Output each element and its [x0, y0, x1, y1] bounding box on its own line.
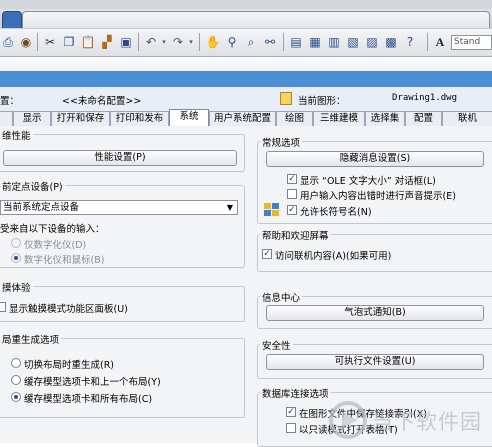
profile-row: 置： <<未命名配置>> 当前图形： Drawing1.dwg: [0, 87, 492, 111]
touch-ribbon-label: 显示触摸模式功能区面板(U): [9, 304, 128, 315]
system-tab-panel: 维性能 性能设置(P) 前定点设备(P) 当前系统定点设备 ▼ 受来自以下设备的…: [0, 126, 492, 447]
executable-file-settings-button[interactable]: 可执行文件设置(U): [266, 354, 484, 370]
menu-bar: [0, 0, 492, 9]
design-center-icon[interactable]: ▦: [307, 34, 323, 50]
saved-profile-value: <<未命名配置>>: [62, 96, 142, 107]
dialog-top-strip: [0, 57, 492, 71]
toolbar-separator: [427, 33, 428, 51]
tool-palettes-icon[interactable]: ▥: [326, 34, 342, 50]
pan-icon[interactable]: ✋: [205, 34, 221, 50]
plot-preview-icon[interactable]: ◉: [18, 34, 34, 50]
group-title-info-center: 信息中心: [260, 290, 303, 304]
drawing-file-icon: [280, 92, 292, 105]
undo-dropdown-icon[interactable]: ▾: [160, 34, 168, 50]
tab-system[interactable]: 系统: [169, 109, 209, 127]
zoom-previous-icon[interactable]: ⚯: [262, 34, 278, 50]
redo-dropdown-icon[interactable]: ▾: [187, 34, 195, 50]
cut-icon[interactable]: ✂: [42, 34, 58, 50]
long-symbol-names-checkbox[interactable]: ✓: [287, 205, 297, 215]
online-content-label: 访问联机内容(A)(如果可用): [275, 251, 392, 262]
group-title-db-connectivity: 数据库连接选项: [260, 386, 331, 400]
group-title-3d-performance: 维性能: [0, 128, 33, 142]
undo-icon[interactable]: ↶: [143, 34, 159, 50]
toolbar-separator: [37, 33, 38, 51]
saved-profile-label: 置：: [0, 96, 20, 107]
cache-model-all-layouts-label: 缓存模型选项卡和所有布局(C): [24, 394, 153, 405]
tab-profiles[interactable]: 配置: [405, 111, 442, 126]
current-drawing-label: 当前图形：: [298, 96, 346, 107]
toolbar-separator: [283, 33, 284, 51]
digitizer-only-radio[interactable]: [11, 238, 21, 248]
group-title-pointing-device: 前定点设备(P): [0, 179, 65, 193]
properties-icon[interactable]: ▤: [288, 34, 304, 50]
watermark-logo: 当下软件园: [328, 400, 488, 440]
store-link-index-checkbox[interactable]: ✓: [286, 407, 296, 417]
cache-model-last-layout-label: 缓存模型选项卡和上一个布局(Y): [24, 377, 161, 388]
tab-open-save[interactable]: 打开和保存: [51, 111, 110, 126]
group-title-general-options: 常规选项: [260, 135, 303, 149]
sheet-set-icon[interactable]: ▧: [345, 34, 361, 50]
group-title-touch-experience: 摸体验: [0, 280, 33, 294]
tab-3d-modeling[interactable]: 三维建模: [313, 111, 365, 126]
tab-selection[interactable]: 选择集: [365, 111, 405, 126]
quickcalc-icon[interactable]: ▩: [383, 34, 399, 50]
help-icon[interactable]: ?: [402, 34, 418, 50]
redo-icon[interactable]: ↷: [170, 34, 186, 50]
chevron-down-icon: ▼: [223, 201, 237, 214]
beep-on-error-checkbox[interactable]: [287, 189, 297, 199]
app-button[interactable]: [2, 11, 22, 28]
accept-input-label: 受来自以下设备的输入：: [0, 224, 105, 235]
show-ole-label: 显示 “OLE 文字大小” 对话框(L): [300, 176, 436, 187]
open-tables-readonly-checkbox[interactable]: [286, 423, 296, 433]
watermark-text: 当下软件园: [372, 410, 482, 434]
cache-model-all-layouts-radio[interactable]: [11, 392, 21, 402]
tab-user-preferences[interactable]: 用户系统配置: [209, 111, 276, 126]
dialog-title-band: [0, 71, 492, 87]
tab-drafting[interactable]: 绘图: [276, 111, 313, 126]
online-content-checkbox[interactable]: ✓: [262, 249, 272, 259]
tab-plot-publish[interactable]: 打印和发布: [110, 111, 169, 126]
group-title-layout-regen: 局重生成选项: [0, 332, 62, 346]
drawing-tab[interactable]: [22, 11, 490, 28]
zoom-realtime-icon[interactable]: ⚲: [224, 34, 240, 50]
options-tab-row: 显示 打开和保存 打印和发布 系统 用户系统配置 绘图 三维建模 选择集 配置 …: [0, 109, 492, 127]
tab-display[interactable]: 显示: [13, 111, 51, 126]
window-tab-bar: [0, 9, 492, 29]
text-style-icon: A: [435, 34, 445, 49]
pointing-device-select[interactable]: 当前系统定点设备 ▼: [0, 200, 238, 215]
match-properties-icon[interactable]: ▞: [99, 34, 115, 50]
touch-ribbon-checkbox[interactable]: [0, 302, 6, 312]
group-title-help-welcome: 帮助和欢迎屏幕: [260, 228, 331, 242]
long-symbol-names-label: 允许长符号名(N): [300, 207, 372, 218]
show-ole-checkbox[interactable]: ✓: [287, 174, 297, 184]
text-style-select[interactable]: Stand: [451, 35, 492, 50]
paste-icon[interactable]: 📋: [80, 34, 96, 50]
markup-icon[interactable]: ▨: [364, 34, 380, 50]
block-editor-icon[interactable]: ▣: [118, 34, 134, 50]
balloon-notifications-button[interactable]: 气泡式通知(B): [266, 305, 484, 321]
tab-online[interactable]: 联机: [442, 111, 492, 126]
regen-on-switch-label: 切换布局时重生成(R): [24, 360, 115, 371]
tab-files[interactable]: [0, 111, 13, 126]
standard-toolbar: ⎙ ◉ ✂ ❐ 📋 ▞ ▣ ↶ ▾ ↷ ▾ ✋ ⚲ ⌕ ⚯ ▤ ▦ ▥ ▧ ▨ …: [0, 29, 492, 57]
digitizer-only-label: 仅数字化仪(D): [24, 240, 87, 251]
watermark-icon: [329, 401, 367, 439]
print-icon[interactable]: ⎙: [0, 34, 16, 50]
digitizer-and-mouse-radio[interactable]: [11, 253, 21, 263]
digitizer-and-mouse-label: 数字化仪和鼠标(B): [24, 255, 105, 266]
current-drawing-value: Drawing1.dwg: [392, 93, 458, 103]
copy-icon[interactable]: ❐: [61, 34, 77, 50]
performance-settings-button[interactable]: 性能设置(P): [3, 150, 237, 166]
toolbar-separator: [138, 33, 139, 51]
toolbar-separator: [199, 33, 200, 51]
group-title-security: 安全性: [260, 338, 293, 352]
cache-model-last-layout-radio[interactable]: [11, 375, 21, 385]
zoom-window-icon[interactable]: ⌕: [243, 34, 259, 50]
beep-on-error-label: 用户输入内容出错时进行声音提示(E): [300, 191, 456, 202]
shield-icon: [264, 203, 279, 216]
regen-on-switch-radio[interactable]: [11, 358, 21, 368]
hidden-messages-settings-button[interactable]: 隐藏消息设置(S): [266, 151, 484, 167]
